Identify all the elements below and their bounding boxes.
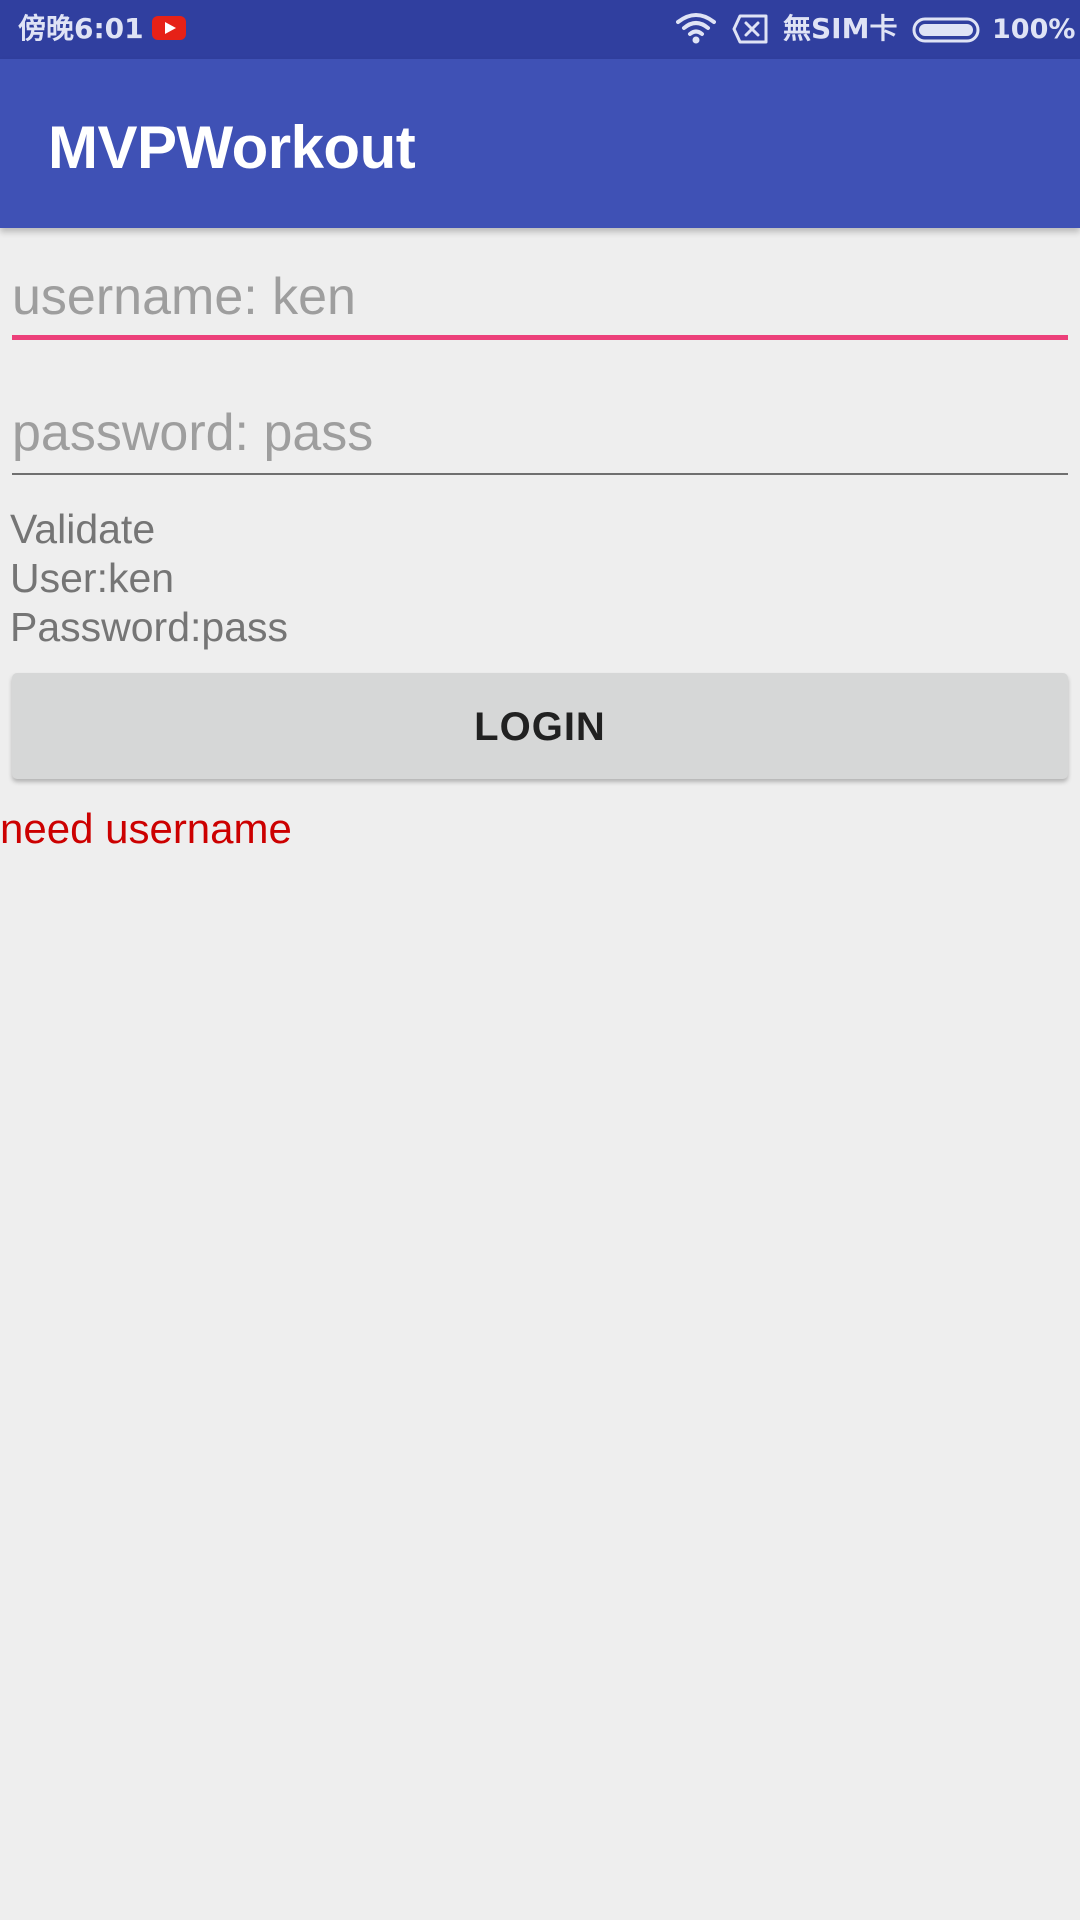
username-field-container <box>12 262 1068 340</box>
app-bar: MVPWorkout <box>0 59 1080 228</box>
no-sim-icon <box>732 14 768 44</box>
login-button[interactable]: LOGIN <box>12 673 1068 779</box>
password-underline <box>12 473 1068 475</box>
password-field-container <box>12 398 1068 475</box>
sim-status: 無SIM卡 <box>783 12 898 45</box>
status-time: 傍晚6:01 <box>18 12 144 45</box>
battery-percent: 100% <box>992 14 1076 45</box>
wifi-icon <box>676 13 716 44</box>
user-hint-label: User:ken <box>10 555 175 601</box>
battery-icon <box>912 17 980 43</box>
app-title: MVPWorkout <box>48 114 416 181</box>
error-message: need username <box>0 805 292 852</box>
username-underline <box>12 335 1068 340</box>
username-input[interactable] <box>12 262 1068 332</box>
validate-label: Validate <box>10 506 156 552</box>
password-input[interactable] <box>12 398 1068 468</box>
password-hint-label: Password:pass <box>10 604 289 650</box>
youtube-notification-icon <box>152 16 186 40</box>
login-screen: 傍晚6:01 無SIM卡 100% MVPWorkout Vali <box>0 0 1080 1920</box>
status-bar: 傍晚6:01 無SIM卡 100% <box>0 0 1080 59</box>
